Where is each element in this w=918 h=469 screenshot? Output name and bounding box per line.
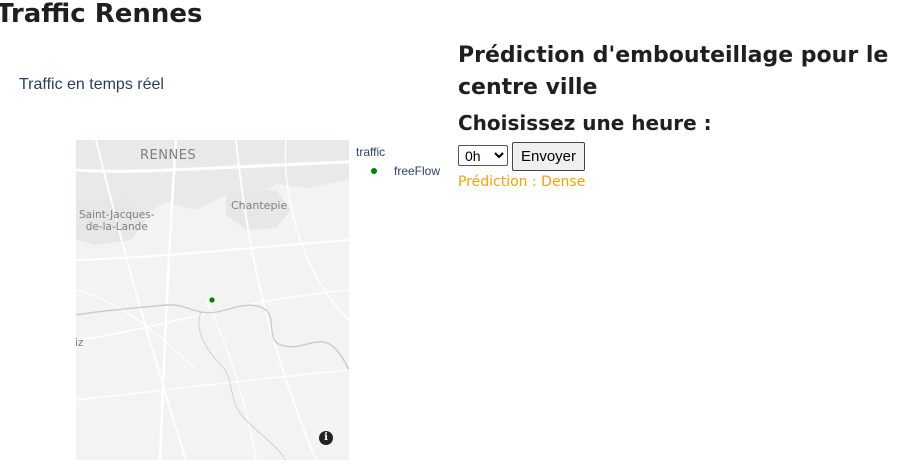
map-label-chantepie: Chantepie	[231, 199, 288, 212]
traffic-map[interactable]: RENNES Chantepie Saint-Jacques- de-la-La…	[76, 140, 349, 460]
info-icon[interactable]: i	[319, 431, 333, 445]
legend-item-freeflow[interactable]: freeFlow	[356, 163, 448, 179]
map-label-rennes: RENNES	[140, 148, 197, 163]
prediction-controls: 0h Envoyer	[458, 142, 913, 171]
prediction-panel: Prédiction d'embouteillage pour le centr…	[458, 40, 913, 240]
legend-marker-dot	[371, 168, 377, 174]
choose-hour-heading: Choisissez une heure :	[458, 111, 712, 135]
page: Traffic Rennes Traffic en temps réel REN…	[0, 0, 918, 469]
legend-title: traffic	[356, 145, 386, 159]
app-title: Traffic Rennes	[0, 0, 203, 29]
hour-select[interactable]: 0h	[458, 145, 508, 166]
map-label-saint-jacques-line2: de-la-Lande	[85, 220, 148, 233]
map-label-saint-jacques-line1: Saint-Jacques-	[79, 209, 155, 221]
send-button[interactable]: Envoyer	[512, 142, 585, 171]
map-label-saint-jacques: Saint-Jacques- de-la-Lande	[79, 209, 155, 233]
map-label-partial: iz	[76, 337, 84, 349]
legend-item-label: freeFlow	[394, 164, 441, 178]
realtime-panel: Traffic en temps réel RENNES Chantepie S…	[0, 60, 450, 469]
map-basemap	[76, 140, 349, 460]
realtime-label: Traffic en temps réel	[19, 76, 164, 93]
prediction-heading: Prédiction d'embouteillage pour le centr…	[458, 43, 889, 100]
map-legend: traffic freeFlow	[356, 145, 448, 185]
traffic-point[interactable]	[209, 297, 215, 303]
prediction-result: Prédiction : Dense	[458, 174, 586, 190]
